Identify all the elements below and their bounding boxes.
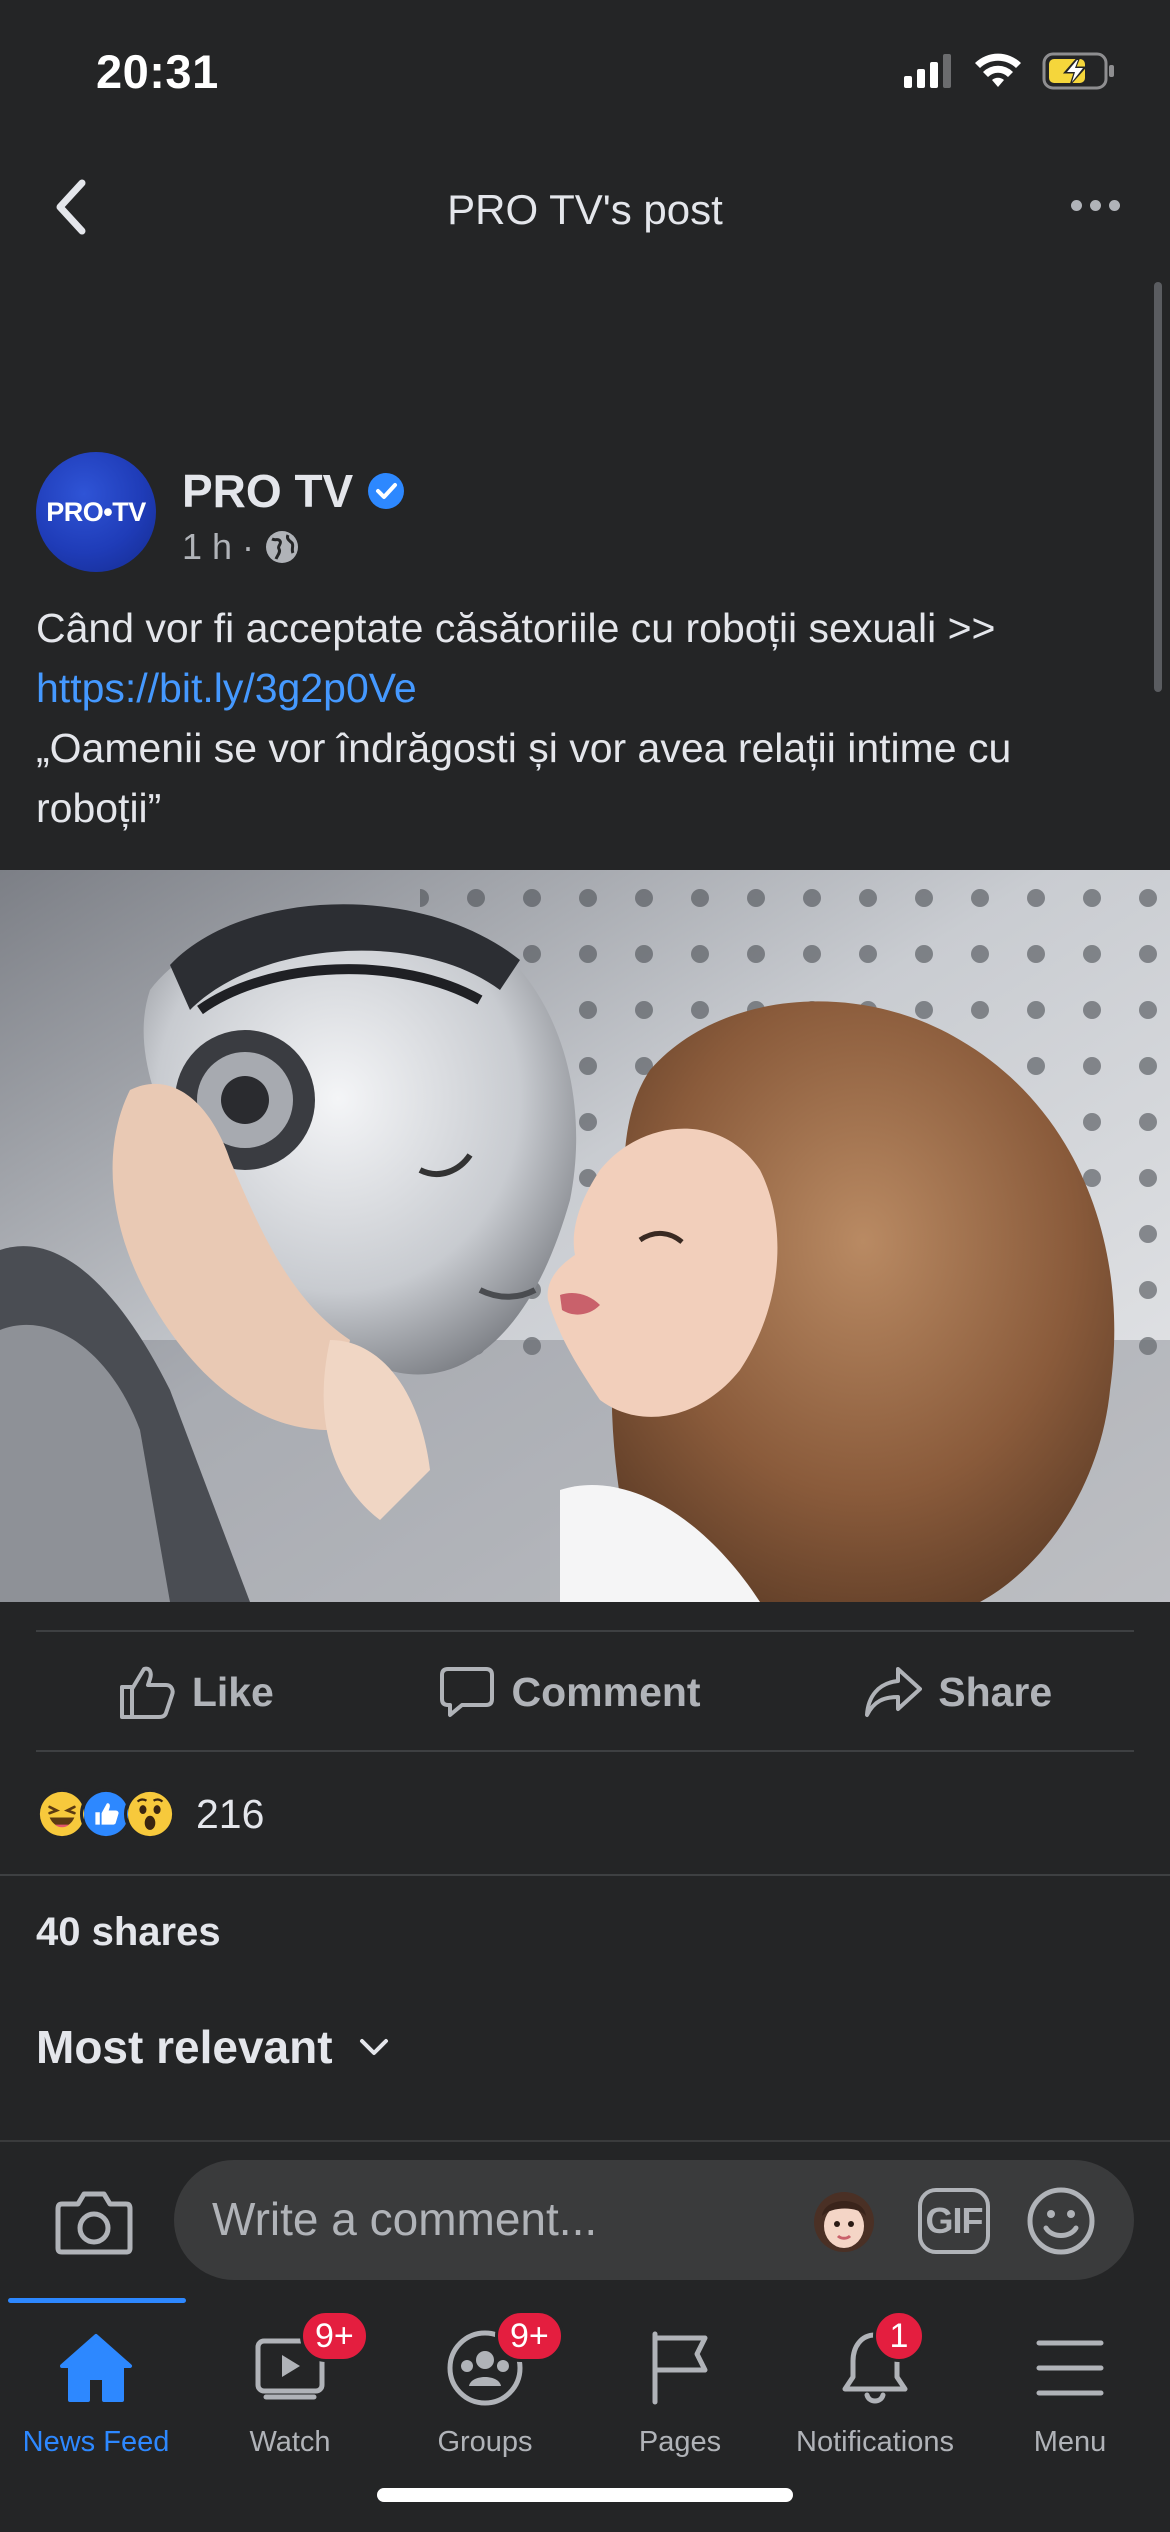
globe-icon	[266, 531, 299, 563]
status-icons	[904, 52, 1116, 90]
sort-label: Most relevant	[36, 2021, 333, 2073]
dot-icon	[1108, 199, 1120, 211]
wifi-icon	[975, 53, 1021, 87]
avatar-sticker-icon[interactable]	[806, 2182, 882, 2258]
comment-sort-selector[interactable]: Most relevant	[36, 2020, 389, 2074]
nav-header: PRO TV's post	[0, 160, 1170, 260]
robot-woman-photo	[0, 870, 1170, 1602]
chevron-down-icon	[359, 2039, 388, 2055]
tab-label: Pages	[638, 2426, 722, 2458]
tab-label: Notifications	[796, 2426, 954, 2458]
tab-label: Menu	[1033, 2426, 1107, 2458]
post-link[interactable]: https://bit.ly/3g2p0Ve	[36, 658, 1146, 718]
divider	[0, 1874, 1170, 1876]
reactions-summary[interactable]: 216	[36, 1784, 264, 1844]
tab-notifications[interactable]: 1 Notifications	[777, 2310, 973, 2486]
comment-input[interactable]: Write a comment... GIF	[174, 2160, 1134, 2280]
post-image[interactable]	[0, 870, 1170, 1602]
comment-label: Comment	[511, 1668, 701, 1715]
tab-label: Watch	[249, 2426, 331, 2458]
wow-reaction-icon	[124, 1788, 176, 1840]
tab-menu[interactable]: Menu	[972, 2326, 1168, 2486]
emoji-smile-icon[interactable]	[1026, 2186, 1096, 2256]
tab-news-feed[interactable]: News Feed	[0, 2326, 194, 2486]
gif-button[interactable]: GIF	[918, 2188, 990, 2254]
tab-groups[interactable]: 9+ Groups	[387, 2310, 583, 2486]
like-label: Like	[191, 1668, 274, 1715]
tab-label: News Feed	[22, 2426, 170, 2458]
comment-placeholder: Write a comment...	[212, 2193, 598, 2245]
watch-video-icon: 9+	[248, 2310, 369, 2410]
post-meta: 1 h ·	[182, 526, 300, 568]
share-label: Share	[938, 1668, 1053, 1715]
share-button[interactable]: Share	[864, 1663, 1052, 1721]
dot-icon	[1089, 199, 1101, 211]
home-icon	[54, 2326, 138, 2410]
comment-composer: Write a comment... GIF	[0, 2140, 1170, 2298]
hamburger-menu-icon	[1028, 2326, 1112, 2410]
tab-label: Groups	[437, 2426, 533, 2458]
tab-pages[interactable]: Pages	[582, 2326, 778, 2486]
post-text: Când vor fi acceptate căsătoriile cu rob…	[36, 598, 1146, 838]
page-name[interactable]: PRO TV	[182, 464, 353, 518]
post-time[interactable]: 1 h	[182, 526, 232, 568]
cellular-signal-icon	[904, 54, 951, 88]
share-arrow-icon	[865, 1667, 923, 1717]
more-options-button[interactable]	[1060, 180, 1130, 230]
post-header: PRO•TV PRO TV 1 h ·	[36, 452, 1136, 572]
groups-icon: 9+	[443, 2310, 564, 2410]
active-tab-indicator	[8, 2298, 186, 2303]
tab-watch[interactable]: 9+ Watch	[192, 2310, 388, 2486]
notification-badge: 1	[873, 2310, 925, 2362]
camera-icon[interactable]	[54, 2186, 134, 2256]
meta-separator: ·	[242, 526, 255, 567]
post-text-line-2: „Oamenii se vor îndrăgosti și vor avea r…	[36, 725, 1012, 831]
notification-badge: 9+	[495, 2310, 564, 2362]
comment-button[interactable]: Comment	[438, 1663, 701, 1721]
home-indicator[interactable]	[377, 2488, 793, 2502]
verified-badge-icon	[368, 473, 405, 509]
shares-count[interactable]: 40 shares	[36, 1910, 221, 1955]
page-title: PRO TV's post	[447, 186, 723, 233]
post-text-line-1: Când vor fi acceptate căsătoriile cu rob…	[36, 605, 996, 651]
status-time: 20:31	[96, 45, 219, 98]
reaction-count: 216	[196, 1790, 265, 1837]
page-name-row: PRO TV	[182, 464, 405, 518]
dot-icon	[1070, 199, 1082, 211]
bottom-tab-bar: News Feed 9+ Watch 9+ Groups Pages 1 Not…	[0, 2298, 1170, 2532]
thumbs-up-icon	[119, 1666, 175, 1719]
comment-bubble-icon	[439, 1667, 494, 1717]
flag-icon	[638, 2326, 722, 2410]
status-bar: 20:31	[0, 0, 1170, 150]
notification-badge: 9+	[300, 2310, 369, 2362]
page-avatar[interactable]: PRO•TV	[36, 452, 156, 572]
bell-icon: 1	[833, 2310, 925, 2410]
battery-charging-icon	[1042, 52, 1114, 90]
scroll-indicator[interactable]	[1154, 282, 1162, 692]
divider	[36, 1750, 1134, 1752]
avatar-logo-text: PRO•TV	[46, 496, 146, 527]
post-actions: Like Comment Share	[36, 1632, 1134, 1752]
like-button[interactable]: Like	[118, 1663, 274, 1721]
